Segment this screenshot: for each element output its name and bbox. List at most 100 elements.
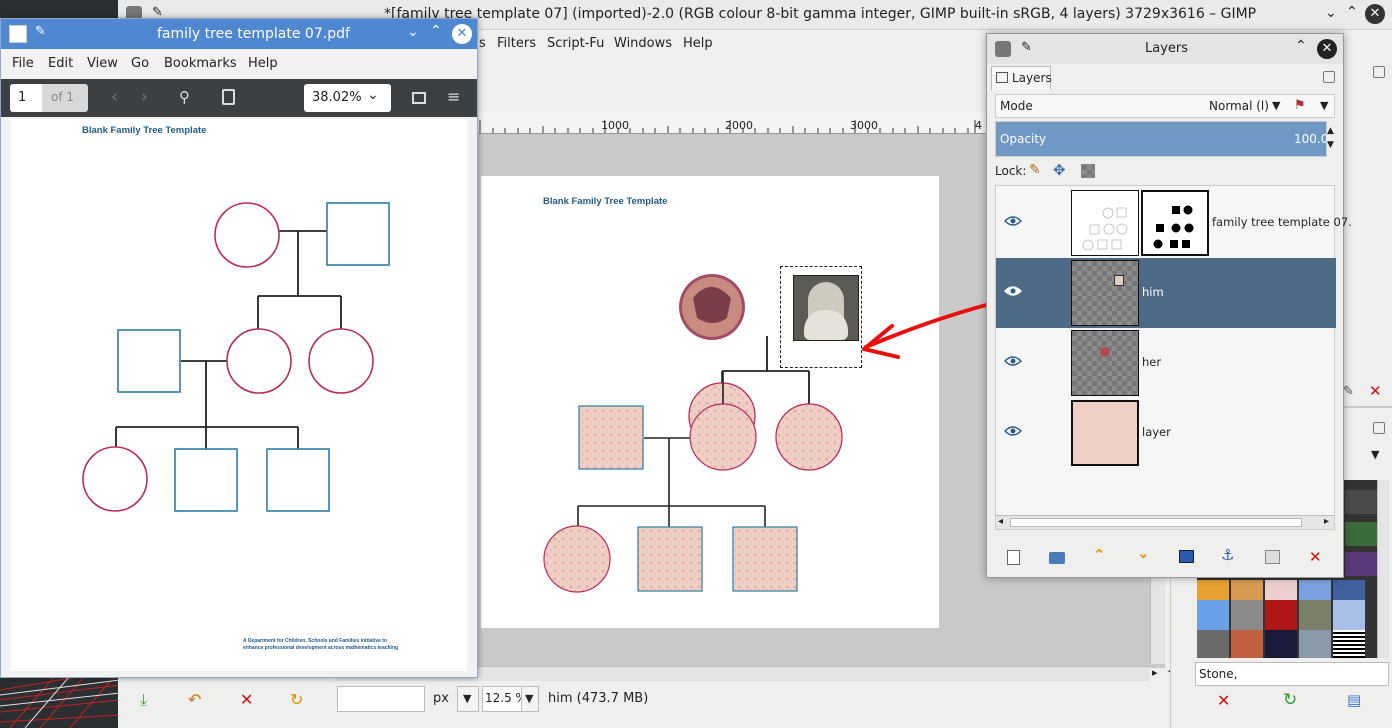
eye-icon[interactable] — [1004, 355, 1022, 367]
zoom-dropdown-button[interactable]: ▼ — [521, 686, 539, 712]
tab-menu-icon[interactable] — [1323, 71, 1335, 83]
menu-filters[interactable]: Filters — [497, 36, 536, 51]
patterns-scrollbar[interactable] — [1377, 480, 1389, 658]
pdf-app-icon — [9, 25, 27, 43]
restore-tool-preset-icon[interactable]: ↶ — [188, 690, 201, 709]
lock-alpha-icon[interactable] — [1081, 164, 1095, 178]
pin-icon[interactable]: ✎ — [35, 24, 46, 39]
opacity-value: 100.0 — [1294, 132, 1329, 146]
lock-position-icon[interactable]: ✥ — [1053, 161, 1066, 179]
delete-pattern-icon[interactable]: ✕ — [1217, 691, 1230, 710]
him-photo — [793, 275, 859, 341]
delete-layer-icon[interactable]: ✕ — [1309, 548, 1322, 566]
reset-tool-preset-icon[interactable]: ↻ — [290, 690, 303, 709]
edit-icon[interactable]: ✎ — [1343, 384, 1354, 399]
collapse-icon[interactable]: ⌃ — [1295, 38, 1307, 54]
previous-page-icon[interactable]: ‹ — [111, 87, 118, 107]
hamburger-menu-icon[interactable]: ≡ — [447, 87, 460, 106]
layers-list: family tree template 07. him her layer ◂ — [995, 185, 1352, 530]
layer-thumbnail — [1071, 260, 1139, 326]
dock-menu-icon[interactable] — [1373, 66, 1385, 78]
pdf-page[interactable]: Blank Family Tree Template A Department … — [11, 119, 467, 671]
pin-icon[interactable]: ✎ — [1021, 40, 1032, 55]
canvas-overlay — [689, 336, 843, 471]
menu-script-fu[interactable]: Script-Fu — [547, 36, 604, 51]
new-layer-icon[interactable] — [1007, 550, 1020, 565]
close-icon[interactable]: ✕ — [1317, 39, 1337, 59]
close-icon[interactable]: ✕ — [1365, 4, 1385, 24]
refresh-patterns-icon[interactable]: ↻ — [1283, 690, 1297, 710]
layers-titlebar: ✎ Layers ⌃ ✕ — [987, 34, 1343, 64]
unit-label: px — [433, 691, 449, 706]
lock-pixels-icon[interactable]: ✎ — [1029, 162, 1041, 178]
layers-dialog-title: Layers — [1145, 41, 1189, 56]
menu-image[interactable]: s — [479, 36, 486, 51]
thumbnail-tree — [1082, 207, 1128, 251]
menu-bookmarks[interactable]: Bookmarks — [164, 56, 237, 71]
scroll-left-icon[interactable]: ◂ — [998, 516, 1003, 527]
duplicate-layer-icon[interactable] — [1179, 550, 1194, 563]
close-icon[interactable]: ✕ — [452, 24, 472, 44]
anchor-layer-icon[interactable]: ⚓ — [1221, 546, 1234, 564]
pdf-child-circle — [82, 446, 148, 512]
menu-windows[interactable]: Windows — [614, 36, 672, 51]
mode-dropdown-icon[interactable]: ▼ — [1272, 99, 1280, 112]
eye-icon[interactable] — [1004, 215, 1022, 227]
eye-icon[interactable] — [1004, 285, 1022, 297]
menu-go[interactable]: Go — [131, 56, 149, 71]
view-dropdown-icon[interactable]: ▼ — [1371, 448, 1379, 461]
minimize-icon[interactable]: ⌄ — [1325, 5, 1337, 21]
pattern-name: Stone, — [1199, 667, 1238, 681]
mode-value[interactable]: Normal (l) — [1209, 99, 1269, 113]
pdf-aunt-circle — [308, 328, 374, 394]
lower-layer-icon[interactable]: ⌄ — [1137, 544, 1150, 562]
delete-tool-preset-icon[interactable]: ✕ — [240, 690, 253, 709]
layer-row[interactable]: family tree template 07. — [996, 188, 1352, 258]
mode-switch-icon[interactable]: ⚑ — [1294, 98, 1306, 113]
chevron-down-icon[interactable]: ▼ — [1320, 99, 1328, 112]
raise-layer-icon[interactable]: ⌃ — [1093, 546, 1106, 564]
menu-help[interactable]: Help — [248, 56, 278, 71]
opacity-slider[interactable]: Opacity 100.0 — [995, 121, 1329, 157]
opacity-spin-icon[interactable]: ▲ ▼ — [1327, 124, 1334, 152]
child-circle-b — [775, 403, 843, 471]
tool-options-buttons: ⤓ ↶ ✕ ↻ — [118, 684, 328, 720]
pdf-menubar: File Edit View Go Bookmarks Help — [1, 49, 477, 77]
gimp-app-icon — [995, 41, 1011, 57]
layers-hscrollbar[interactable]: ◂ ▸ — [996, 515, 1334, 529]
layer-row[interactable]: her — [996, 328, 1336, 398]
menu-view[interactable]: View — [87, 56, 118, 71]
new-layer-group-icon[interactable] — [1049, 552, 1065, 564]
annotations-icon[interactable] — [222, 89, 235, 105]
dock-menu-icon-2[interactable] — [1373, 422, 1385, 434]
search-icon[interactable]: ⚲ — [179, 88, 190, 106]
layers-tab[interactable]: Layers — [991, 66, 1052, 90]
scroll-right-icon[interactable]: ▸ — [1152, 666, 1158, 679]
delete-icon[interactable]: ✕ — [1369, 382, 1382, 400]
layer-thumbnail — [1071, 330, 1139, 396]
open-pattern-icon[interactable]: ▤ — [1347, 691, 1361, 709]
maximize-icon[interactable]: ⌃ — [430, 23, 442, 39]
maximize-icon[interactable]: ⌃ — [1346, 4, 1358, 20]
layer-row-selected[interactable]: him — [996, 258, 1336, 328]
sidebar-toggle-icon[interactable] — [412, 92, 426, 104]
next-page-icon[interactable]: › — [141, 87, 148, 107]
layer-row[interactable]: layer — [996, 398, 1336, 468]
opacity-label: Opacity — [1000, 132, 1047, 146]
menu-help[interactable]: Help — [683, 36, 713, 51]
merge-layer-icon[interactable] — [1265, 550, 1280, 564]
eye-icon[interactable] — [1004, 425, 1022, 437]
page-total: of 1 — [51, 90, 75, 104]
save-tool-preset-icon[interactable]: ⤓ — [140, 690, 147, 710]
gimp-window-title: *[family tree template 07] (imported)-2.… — [384, 6, 1257, 22]
unit-dropdown-button[interactable]: ▼ — [457, 686, 479, 712]
scroll-thumb[interactable] — [1010, 518, 1302, 527]
menu-file[interactable]: File — [12, 56, 34, 71]
ruler-label-4: 4 — [975, 119, 982, 132]
menu-edit[interactable]: Edit — [48, 56, 73, 71]
layer-mask-thumbnail — [1141, 190, 1209, 256]
scroll-right-icon[interactable]: ▸ — [1324, 516, 1329, 527]
minimize-icon[interactable]: ⌄ — [407, 24, 419, 40]
pdf-footer-line1: A Department for Children, Schools and F… — [243, 638, 388, 644]
layers-dialog: ✎ Layers ⌃ ✕ Layers Mode Normal (l) ▼ ⚑ … — [986, 33, 1352, 578]
